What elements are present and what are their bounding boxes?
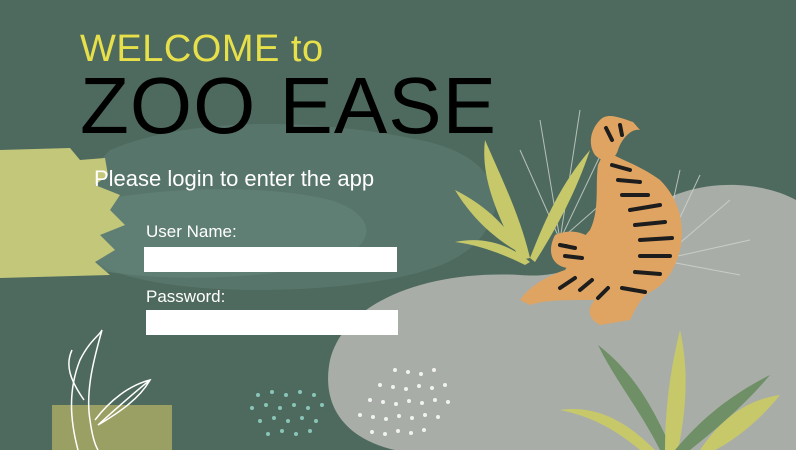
username-label: User Name:	[146, 222, 237, 241]
dot-pattern-teal	[250, 390, 324, 436]
password-label: Password:	[146, 287, 226, 306]
app-title: ZOO EASE	[80, 61, 497, 150]
username-input[interactable]	[144, 247, 397, 272]
login-screen: WELCOME to ZOO EASE Please login to ente…	[0, 0, 796, 450]
login-instruction: Please login to enter the app	[94, 166, 375, 191]
password-input[interactable]	[146, 310, 398, 335]
